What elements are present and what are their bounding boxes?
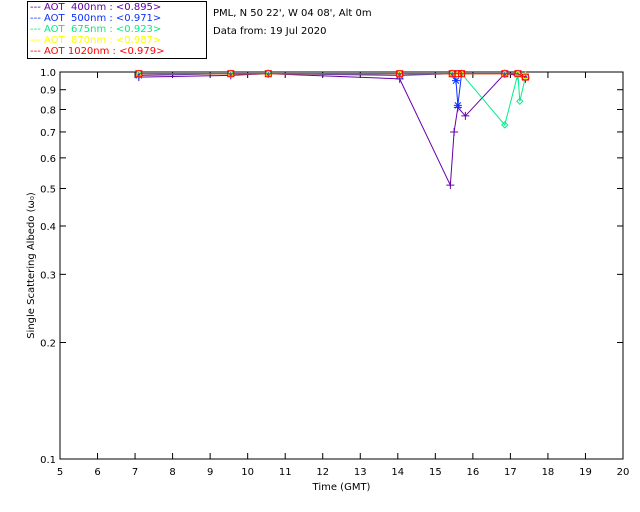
x-tick-label: 5 (57, 467, 63, 478)
data-point-asterisk (453, 101, 462, 110)
y-tick-label: 0.8 (40, 106, 56, 117)
data-point-asterisk (451, 76, 460, 85)
plot-frame (59, 71, 624, 460)
y-tick-label: 0.4 (40, 222, 56, 233)
y-tick-label: 0.3 (40, 270, 56, 281)
data-point-plus (446, 181, 455, 190)
series-2 (135, 69, 530, 129)
legend-entry-500: --- AOT 500nm : <0.971> (30, 13, 162, 24)
y-tick-label: 0.9 (40, 86, 56, 97)
x-tick-label: 11 (279, 467, 292, 478)
x-tick-label: 19 (579, 467, 592, 478)
x-tick-label: 13 (354, 467, 367, 478)
x-tick-label: 10 (241, 467, 254, 478)
legend-label: AOT 675nm : <0.923> (44, 24, 162, 35)
series-line (138, 73, 526, 188)
legend-label: AOT 1020nm : <0.979> (44, 46, 165, 57)
y-tick-label: 0.5 (40, 184, 56, 195)
y-axis-label: Single Scattering Albedo (ω₀) (26, 192, 37, 339)
x-tick-label: 20 (617, 467, 630, 478)
x-tick-label: 6 (94, 467, 100, 478)
y-tick-label: 0.1 (40, 455, 56, 466)
data-point-plus (450, 127, 459, 136)
x-tick-label: 14 (391, 467, 404, 478)
series-line (138, 73, 526, 106)
x-axis-label: Time (GMT) (312, 482, 371, 493)
legend-entry-675: --- AOT 675nm : <0.923> (30, 24, 162, 35)
x-tick-label: 7 (132, 467, 138, 478)
date-info: Data from: 19 Jul 2020 (213, 26, 327, 37)
x-tick-label: 8 (169, 467, 175, 478)
legend: --- AOT 400nm : <0.895> --- AOT 500nm : … (27, 1, 207, 59)
y-tick-label: 0.2 (40, 339, 56, 350)
site-info: PML, N 50 22', W 04 08', Alt 0m (213, 8, 372, 19)
x-tick-label: 16 (466, 467, 479, 478)
legend-entry-870: --- AOT 870nm : <0.987> (30, 35, 162, 46)
legend-entry-1020: --- AOT 1020nm : <0.979> (30, 46, 165, 57)
legend-label: AOT 500nm : <0.971> (44, 13, 162, 24)
x-tick-label: 18 (542, 467, 555, 478)
y-tick-label: 1.0 (40, 68, 56, 79)
x-tick-label: 17 (504, 467, 517, 478)
x-tick-label: 15 (429, 467, 442, 478)
albedo-chart: 5 6 7 8 9 10 11 12 13 14 15 16 17 18 19 20 0.1 0.2 0.3 0.4 0… (26, 68, 630, 493)
legend-label: AOT 870nm : <0.987> (44, 35, 162, 46)
legend-entry-400: --- AOT 400nm : <0.895> (30, 2, 162, 13)
y-tick-label: 0.7 (40, 128, 56, 139)
x-tick-label: 12 (316, 467, 329, 478)
x-tick-label: 9 (207, 467, 213, 478)
series-line (138, 73, 526, 126)
legend-label: AOT 400nm : <0.895> (44, 2, 162, 13)
y-tick-label: 0.6 (40, 154, 56, 165)
series-0 (134, 69, 530, 190)
